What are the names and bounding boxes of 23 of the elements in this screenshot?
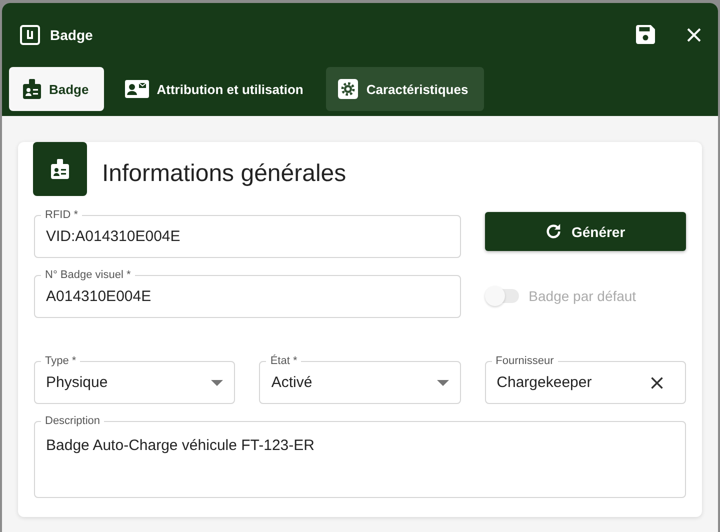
generate-button[interactable]: Générer bbox=[484, 212, 686, 251]
settings-icon bbox=[338, 79, 358, 99]
id-badge-icon bbox=[23, 79, 41, 99]
field-label: Description bbox=[41, 415, 104, 427]
window-title: Badge bbox=[50, 26, 94, 42]
toggle-label: Badge par défaut bbox=[528, 288, 636, 304]
field-label: RFID * bbox=[41, 209, 82, 221]
tab[interactable]: Attribution et utilisation bbox=[112, 67, 318, 111]
field-label: État * bbox=[266, 355, 302, 367]
field-label: Type * bbox=[41, 355, 80, 367]
save-icon[interactable] bbox=[636, 25, 655, 44]
section-title: Informations générales bbox=[102, 158, 346, 188]
dropdown-caret-icon bbox=[436, 380, 449, 386]
tab[interactable]: Badge bbox=[9, 67, 104, 111]
tab[interactable]: Caractéristiques bbox=[326, 67, 484, 111]
dropdown-caret-icon bbox=[211, 380, 224, 386]
field-label: N° Badge visuel * bbox=[41, 269, 135, 281]
refresh-icon bbox=[545, 223, 562, 240]
id-badge-icon bbox=[51, 159, 69, 179]
app-icon bbox=[20, 24, 40, 44]
contact-card-icon bbox=[124, 80, 149, 98]
field-label: Fournisseur bbox=[492, 355, 558, 367]
close-icon[interactable] bbox=[650, 376, 664, 390]
